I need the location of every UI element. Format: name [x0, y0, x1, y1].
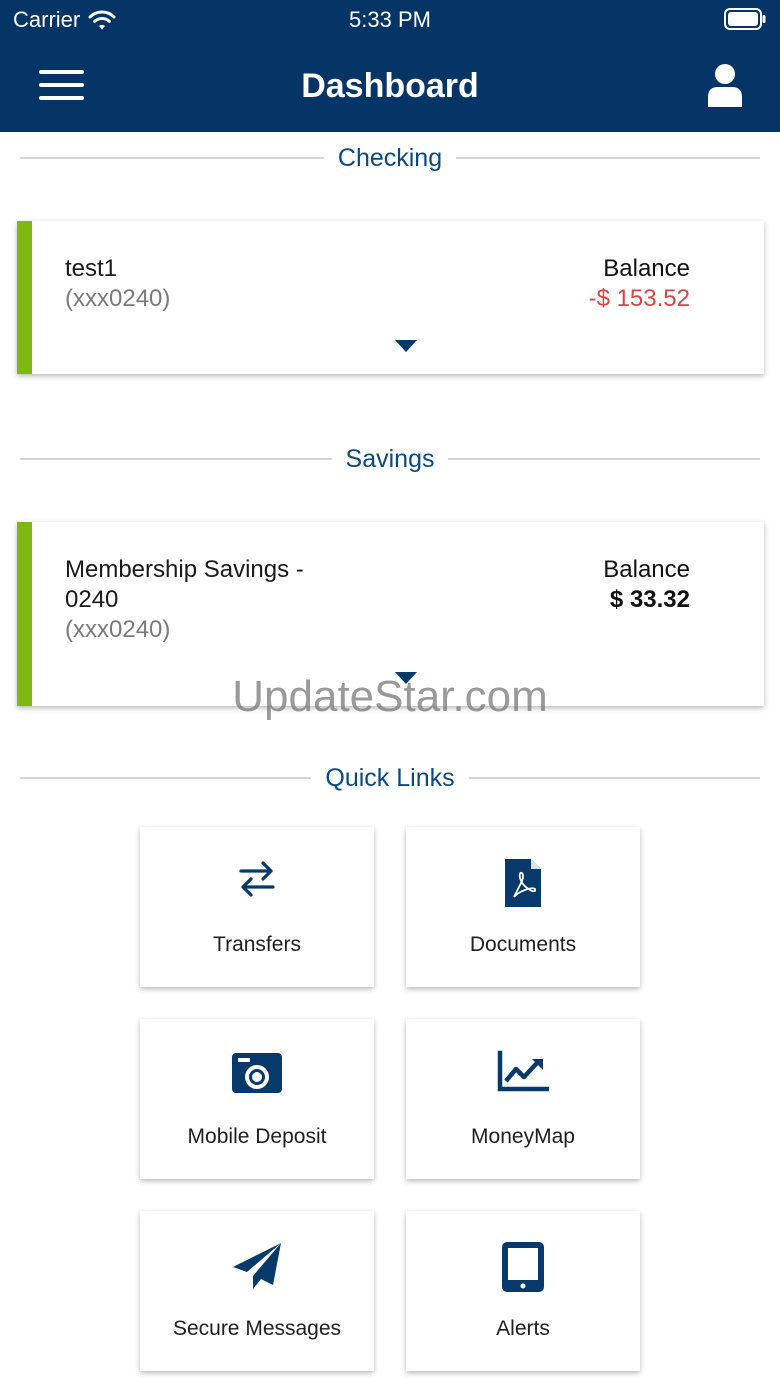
account-name-continued: 0240 — [65, 586, 119, 613]
paper-plane-icon — [233, 1243, 281, 1289]
divider — [20, 458, 332, 460]
balance-value: $ 33.32 — [609, 586, 690, 613]
status-carrier: Carrier — [13, 6, 116, 34]
balance-label: Balance — [603, 556, 690, 583]
transfer-arrows-icon — [239, 861, 275, 897]
expand-chevron-icon[interactable] — [394, 671, 418, 685]
quick-link-label: MoneyMap — [471, 1125, 575, 1148]
quick-link-moneymap[interactable]: MoneyMap — [406, 1019, 640, 1179]
quick-link-transfers[interactable]: Transfers — [140, 827, 374, 987]
section-title-quick-links: Quick Links — [325, 764, 455, 792]
carrier-label: Carrier — [13, 7, 81, 32]
battery-icon — [724, 8, 766, 30]
quick-link-documents[interactable]: Documents — [406, 827, 640, 987]
section-savings: Savings — [20, 439, 761, 479]
wifi-icon — [88, 10, 116, 30]
section-title-checking: Checking — [337, 144, 443, 172]
quick-link-label: Secure Messages — [172, 1317, 342, 1340]
balance-label: Balance — [603, 255, 690, 282]
tablet-icon — [502, 1242, 544, 1292]
quick-link-label: Documents — [469, 933, 577, 956]
savings-account-card[interactable]: Membership Savings - 0240 (xxx0240) Bala… — [17, 522, 764, 706]
account-name: test1 — [65, 255, 118, 282]
account-number: (xxx0240) — [65, 285, 171, 312]
divider — [20, 777, 312, 779]
pdf-document-icon — [505, 859, 541, 907]
menu-bar-icon — [39, 70, 84, 74]
menu-bar-icon — [39, 96, 84, 100]
profile-icon[interactable] — [706, 63, 744, 107]
status-time: 5:33 PM — [349, 7, 431, 32]
section-title-savings: Savings — [345, 445, 435, 473]
top-bar: Carrier 5:33 PM Dashboard — [0, 0, 780, 132]
menu-bar-icon — [39, 83, 84, 87]
quick-link-secure-messages[interactable]: Secure Messages — [140, 1211, 374, 1371]
section-checking: Checking — [20, 138, 761, 178]
quick-link-mobile-deposit[interactable]: Mobile Deposit — [140, 1019, 374, 1179]
menu-button[interactable] — [39, 70, 84, 100]
account-name: Membership Savings - — [65, 556, 304, 583]
quick-link-label: Alerts — [496, 1317, 550, 1340]
balance-value: -$ 153.52 — [588, 285, 690, 312]
divider — [456, 157, 761, 159]
line-chart-icon — [497, 1050, 549, 1092]
camera-icon — [232, 1053, 282, 1093]
divider — [20, 157, 324, 159]
quick-link-alerts[interactable]: Alerts — [406, 1211, 640, 1371]
quick-link-label: Transfers — [213, 933, 301, 956]
section-quick-links: Quick Links — [20, 758, 760, 798]
quick-link-label: Mobile Deposit — [187, 1125, 327, 1148]
checking-account-card[interactable]: test1 (xxx0240) Balance -$ 153.52 — [17, 221, 764, 374]
expand-chevron-icon[interactable] — [394, 339, 418, 353]
divider — [468, 777, 760, 779]
account-number: (xxx0240) — [65, 616, 171, 643]
page-title: Dashboard — [301, 67, 479, 105]
divider — [448, 458, 761, 460]
